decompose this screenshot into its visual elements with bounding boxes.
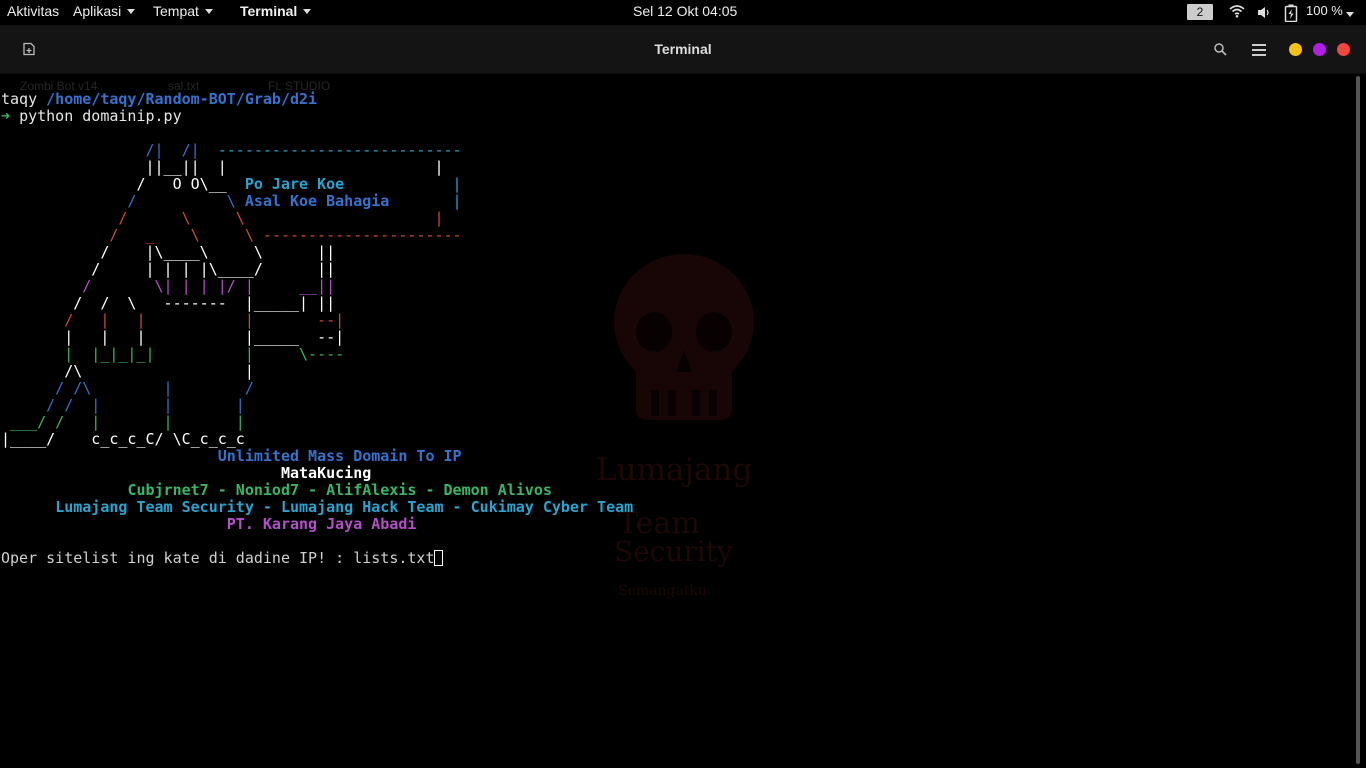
prompt-arrow: ➜ [1,107,11,125]
speech-bubble-line1: Po Jare Koe [244,175,345,193]
banner-title: Unlimited Mass Domain To IP [217,447,462,465]
chevron-down-icon [127,9,136,14]
close-button[interactable] [1337,43,1350,56]
app-menu-label: Terminal [240,3,298,19]
workspace-indicator[interactable]: 2 [1187,4,1213,20]
window-title: Terminal [654,41,712,57]
applications-label: Aplikasi [73,3,122,19]
text-cursor [434,550,444,566]
input-value[interactable]: lists.txt [353,549,434,567]
places-label: Tempat [153,3,199,19]
gnome-top-bar: Aktivitas Aplikasi Tempat Terminal Sel 1… [0,0,1366,25]
places-menu[interactable]: Tempat [153,3,213,19]
activities-button[interactable]: Aktivitas [7,3,59,19]
speech-bubble-line2: Asal Koe Bahagia [244,192,390,210]
banner-company: PT. Karang Jaya Abadi [226,515,417,533]
battery-percentage[interactable]: 100 % [1306,3,1343,18]
scrollbar[interactable] [1356,76,1360,764]
hamburger-menu-icon[interactable] [1252,44,1266,56]
banner-credits-line2: Lumajang Team Security - Lumajang Hack T… [55,498,634,516]
chevron-down-icon [303,9,312,14]
minimize-button[interactable] [1289,43,1302,56]
banner-author: MataKucing [280,464,372,482]
maximize-button[interactable] [1313,43,1326,56]
terminal-view[interactable]: Zombi Bot v14 sal.txt FL STUDIO Lumajang… [0,74,1352,768]
ascii-art-banner: /| /| --------------------------- ||__||… [1,141,462,448]
chevron-down-icon [204,9,213,14]
clock[interactable]: Sel 12 Okt 04:05 [633,3,737,19]
system-menu-chevron-icon[interactable] [1346,12,1354,17]
banner-credits-line1: Cubjrnet7 - Noniod7 - AlifAlexis - Demon… [127,481,552,499]
volume-icon[interactable] [1257,6,1271,19]
wifi-icon[interactable] [1229,4,1245,18]
command-line: python domainip.py [19,107,182,125]
input-question: Oper sitelist ing kate di dadine IP! : [1,549,354,567]
terminal-header-bar: Terminal [0,25,1366,74]
terminal-output: taqy /home/taqy/Random-BOT/Grab/d2i ➜ py… [1,91,633,567]
prompt-path: /home/taqy/Random-BOT/Grab/d2i [46,90,318,108]
logo-text-line4: Semangatku [618,583,707,599]
battery-charging-icon[interactable] [1284,4,1298,22]
search-icon[interactable] [1214,43,1227,56]
applications-menu[interactable]: Aplikasi [73,3,136,19]
app-menu-terminal[interactable]: Terminal [240,3,312,19]
prompt-user: taqy [1,90,38,108]
